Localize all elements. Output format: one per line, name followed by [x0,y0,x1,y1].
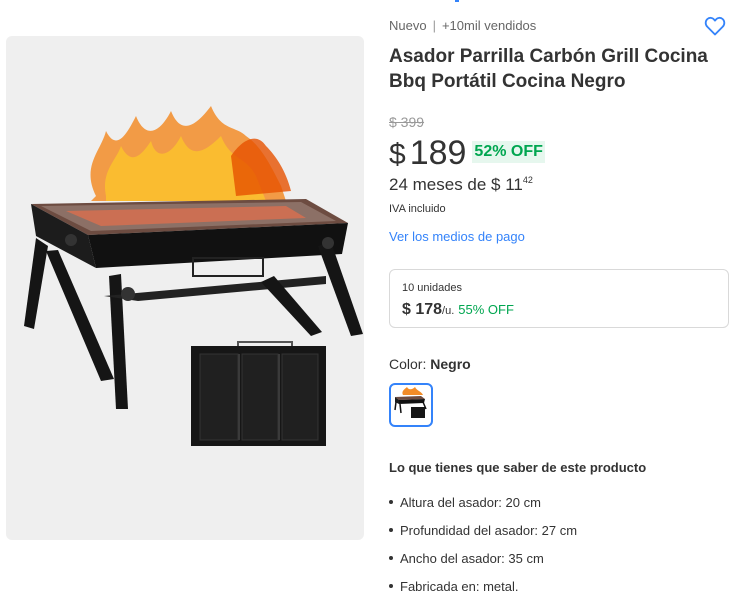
feature-text: Ancho del asador: 35 cm [400,551,544,566]
flames-graphic [90,106,291,201]
swatch-thumbnail [394,387,427,418]
bullet-icon [389,584,393,588]
payment-methods-link[interactable]: Ver los medios de pago [389,229,525,244]
feature-text: Profundidad del asador: 27 cm [400,523,578,538]
installments-info: 24 meses de $ 1142 [389,175,533,195]
bulk-unit-suffix: /u. [442,305,455,317]
bullet-icon [389,556,393,560]
color-swatch-negro[interactable] [389,383,433,427]
discount-badge: 52% OFF [472,141,545,163]
price-amount: 189 [409,134,467,172]
product-image [24,106,363,446]
color-label-text: Color: [389,356,427,372]
installments-text: 24 meses de $ 11 [389,175,523,194]
color-selector-label: Color: Negro [389,356,471,372]
features-heading: Lo que tienes que saber de este producto [389,460,647,475]
cropped-link-fragment [455,0,459,2]
feature-item: Profundidad del asador: 27 cm [389,522,577,550]
product-subtitle: Nuevo | +10mil vendidos [389,18,536,33]
features-list: Altura del asador: 20 cm Profundidad del… [389,494,577,603]
feature-text: Altura del asador: 20 cm [400,495,541,510]
feature-item: Ancho del asador: 35 cm [389,550,577,578]
color-selected-value: Negro [430,356,471,372]
bullet-icon [389,500,393,504]
feature-text: Fabricada en: metal. [400,579,519,594]
feature-item: Altura del asador: 20 cm [389,494,577,522]
bulk-price: $ 178 [402,301,443,318]
tax-note: IVA incluido [389,203,446,215]
bulk-units: 10 unidades [402,282,462,294]
subtitle-separator: | [432,18,436,33]
sold-count: +10mil vendidos [441,18,537,33]
product-image-gallery[interactable] [6,36,364,540]
current-price: $189 52% OFF [389,134,545,172]
original-price: $ 399 [389,114,425,130]
heart-outline-icon [704,16,726,36]
feature-item: Fabricada en: metal. [389,578,577,603]
product-title: Asador Parrilla Carbón Grill Cocina Bbq … [389,46,708,92]
bullet-icon [389,528,393,532]
condition-label: Nuevo [389,18,427,33]
favorite-button[interactable] [703,14,727,38]
bulk-price-row: $ 178/u. 55% OFF [402,301,514,319]
installments-cents: 42 [522,175,533,185]
bulk-discount: 55% OFF [458,302,514,317]
price-currency: $ [389,138,406,171]
bulk-offer-card[interactable]: 10 unidades $ 178/u. 55% OFF [389,269,729,328]
folded-grill-graphic [191,341,326,446]
